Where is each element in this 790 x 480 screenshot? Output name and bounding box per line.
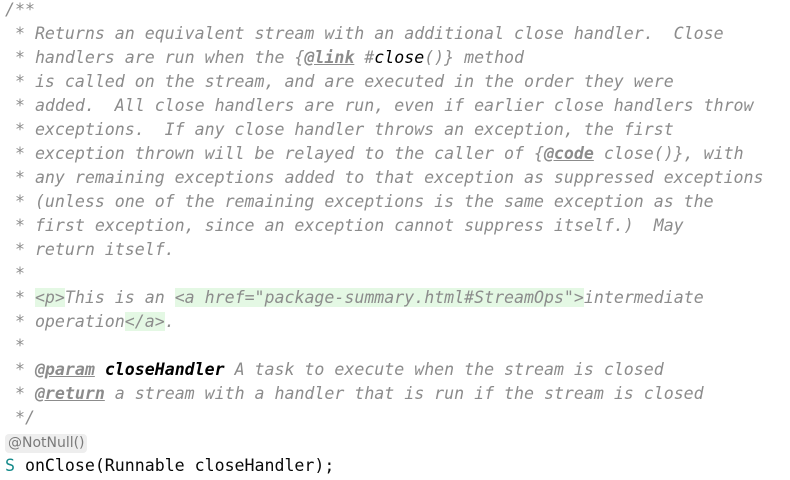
code-line[interactable]: */ bbox=[5, 406, 764, 430]
code-line[interactable]: * first exception, since an exception ca… bbox=[5, 214, 764, 238]
comment-text: */ bbox=[5, 408, 35, 427]
code-text: onClose(Runnable closeHandler); bbox=[14, 456, 335, 475]
html-tag: <a href="package-summary.html#StreamOps"… bbox=[174, 288, 584, 307]
javadoc-tag: @code bbox=[543, 144, 594, 163]
code-editor[interactable]: /** * Returns an equivalent stream with … bbox=[5, 0, 764, 478]
code-reference: close bbox=[374, 48, 425, 67]
code-line[interactable]: S onClose(Runnable closeHandler); bbox=[5, 454, 764, 478]
annotation-inlay-hint[interactable]: @NotNull() bbox=[5, 434, 88, 453]
comment-text: intermediate bbox=[583, 288, 704, 307]
html-tag: <p> bbox=[34, 288, 65, 307]
comment-text bbox=[95, 360, 105, 379]
code-line[interactable]: * <p>This is an <a href="package-summary… bbox=[5, 286, 764, 310]
code-line[interactable]: * exception thrown will be relayed to th… bbox=[5, 142, 764, 166]
javadoc-tag: @return bbox=[34, 384, 105, 403]
comment-text: * exception thrown will be relayed to th… bbox=[5, 144, 544, 163]
code-line[interactable]: * return itself. bbox=[5, 238, 764, 262]
param-name: closeHandler bbox=[104, 360, 225, 379]
code-line[interactable]: * (unless one of the remaining exception… bbox=[5, 190, 764, 214]
code-line[interactable]: * exceptions. If any close handler throw… bbox=[5, 118, 764, 142]
comment-text: . bbox=[164, 312, 175, 331]
code-line[interactable]: * any remaining exceptions added to that… bbox=[5, 166, 764, 190]
code-line[interactable]: * @return a stream with a handler that i… bbox=[5, 382, 764, 406]
comment-text: * return itself. bbox=[5, 240, 175, 259]
comment-text: a stream with a handler that is run if t… bbox=[104, 384, 704, 403]
code-line[interactable]: * added. All close handlers are run, eve… bbox=[5, 94, 764, 118]
javadoc-tag: @link bbox=[304, 48, 355, 67]
comment-text: * bbox=[5, 264, 25, 283]
type-name: S bbox=[5, 456, 15, 475]
code-line[interactable]: * is called on the stream, and are execu… bbox=[5, 70, 764, 94]
code-line[interactable]: * operation</a>. bbox=[5, 310, 764, 334]
comment-text: * bbox=[5, 384, 35, 403]
code-line[interactable]: * bbox=[5, 334, 764, 358]
comment-text: ()} method bbox=[424, 48, 525, 67]
comment-text: * bbox=[5, 336, 25, 355]
comment-text: * is called on the stream, and are execu… bbox=[5, 72, 674, 91]
comment-text: * (unless one of the remaining exception… bbox=[5, 192, 714, 211]
comment-text: * first exception, since an exception ca… bbox=[5, 216, 684, 235]
comment-text: * operation bbox=[5, 312, 125, 331]
code-line[interactable]: * @param closeHandler A task to execute … bbox=[5, 358, 764, 382]
comment-text: This is an bbox=[64, 288, 175, 307]
comment-text: * exceptions. If any close handler throw… bbox=[5, 120, 674, 139]
comment-text: # bbox=[354, 48, 375, 67]
code-line[interactable]: * bbox=[5, 262, 764, 286]
comment-text: * bbox=[5, 288, 35, 307]
code-line[interactable]: * Returns an equivalent stream with an a… bbox=[5, 22, 764, 46]
code-line[interactable]: /** bbox=[5, 0, 764, 22]
comment-text: * Returns an equivalent stream with an a… bbox=[5, 24, 724, 43]
comment-text: * added. All close handlers are run, eve… bbox=[5, 96, 754, 115]
comment-text: close()}, with bbox=[593, 144, 744, 163]
javadoc-tag: @param bbox=[34, 360, 95, 379]
comment-text: * any remaining exceptions added to that… bbox=[5, 168, 764, 187]
code-line[interactable]: * handlers are run when the {@link #clos… bbox=[5, 46, 764, 70]
comment-text: * bbox=[5, 360, 35, 379]
code-line[interactable]: @NotNull() bbox=[5, 430, 764, 454]
html-tag: </a> bbox=[124, 312, 165, 331]
comment-text: * handlers are run when the { bbox=[5, 48, 305, 67]
comment-text: /** bbox=[5, 0, 35, 19]
comment-text: A task to execute when the stream is clo… bbox=[224, 360, 664, 379]
